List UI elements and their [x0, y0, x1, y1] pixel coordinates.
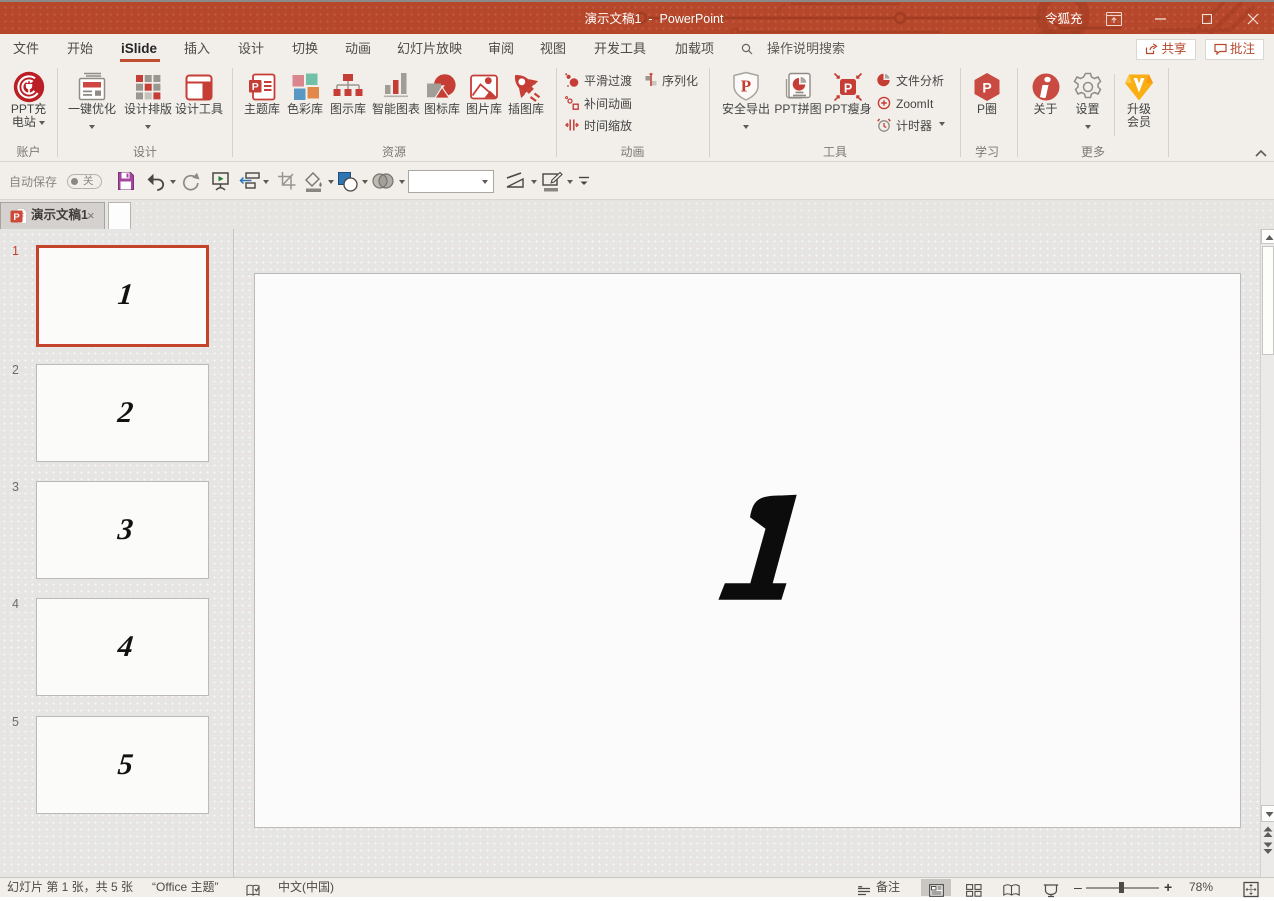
svg-text:P: P — [741, 77, 751, 96]
svg-text:P: P — [252, 81, 259, 93]
svg-text:P: P — [13, 212, 20, 223]
svg-text:P: P — [982, 80, 991, 96]
svg-text:P: P — [844, 82, 852, 96]
